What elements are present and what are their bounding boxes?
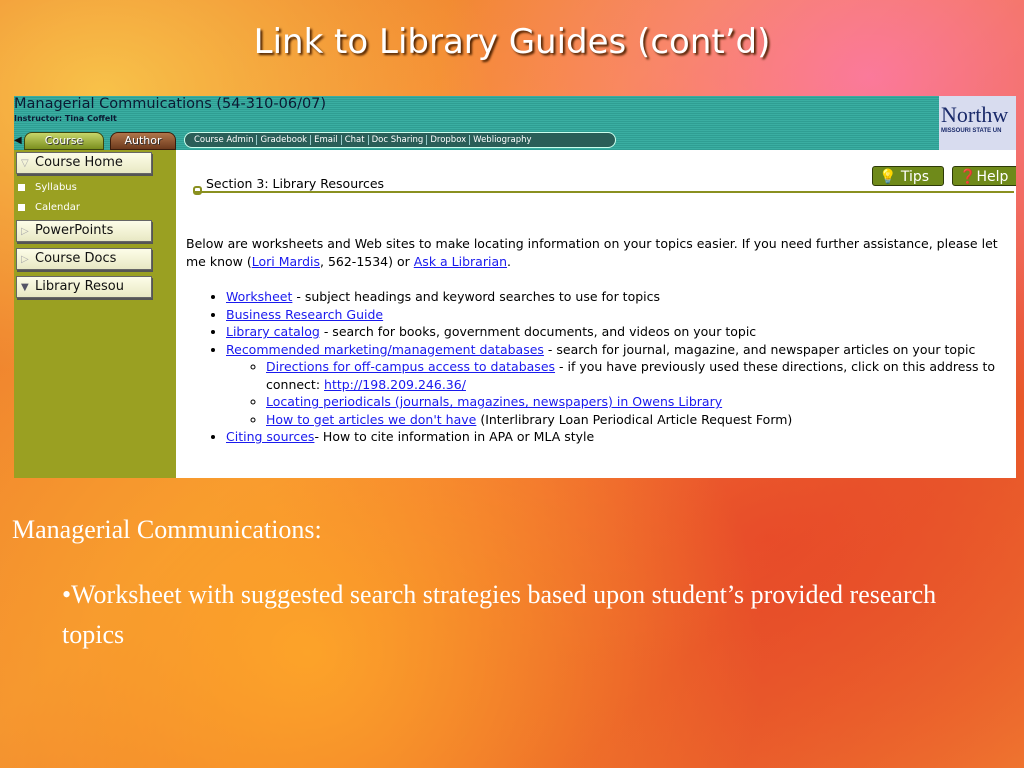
- sidebar-item-label: Course Home: [35, 155, 123, 170]
- nav-webliography[interactable]: Webliography: [470, 135, 534, 145]
- item-description: - search for journal, magazine, and news…: [543, 341, 976, 357]
- library-catalog-link[interactable]: Library catalog: [226, 324, 320, 339]
- item-description: - subject headings and keyword searches …: [292, 289, 661, 304]
- list-item: How to get articles we don't have (Inter…: [266, 411, 1016, 429]
- sidebar-item-label: Course Docs: [35, 251, 117, 266]
- triangle-down-icon: ▼: [21, 282, 29, 293]
- sidebar-item-library-resources[interactable]: ▼ Library Resou: [16, 276, 152, 298]
- sidebar-item-label: Library Resou: [35, 279, 125, 294]
- sidebar-item-powerpoints[interactable]: ▷ PowerPoints: [16, 220, 152, 242]
- square-icon: [18, 203, 25, 211]
- slide-heading: Managerial Communications:: [12, 515, 322, 544]
- item-description: - search for books, government documents…: [319, 324, 757, 339]
- help-icon: ❓: [959, 169, 977, 185]
- help-label: Help: [976, 169, 1009, 185]
- list-item: Locating periodicals (journals, magazine…: [266, 393, 1016, 411]
- get-articles-link[interactable]: How to get articles we don't have: [266, 412, 476, 427]
- course-screenshot: Managerial Commuications (54-310-06/07) …: [14, 96, 1016, 478]
- sidebar-subitem-calendar[interactable]: Calendar: [18, 202, 80, 213]
- chevron-right-icon: ▷: [21, 254, 29, 265]
- speaker-icon[interactable]: ◀: [14, 134, 24, 148]
- main-content: 💡 Tips ❓Help Section 3: Library Resource…: [176, 150, 1016, 478]
- item-description: - How to cite information in APA or MLA …: [314, 429, 595, 444]
- intro-text: .: [507, 254, 512, 269]
- course-nav-bar: Course Admin Gradebook Email Chat Doc Sh…: [184, 132, 616, 148]
- intro-text: , 562-1534) or: [320, 254, 414, 269]
- tab-author[interactable]: Author: [110, 132, 176, 150]
- help-button[interactable]: ❓Help: [952, 166, 1016, 186]
- slide-bullet: •Worksheet with suggested search strateg…: [62, 580, 937, 649]
- course-header: Managerial Commuications (54-310-06/07) …: [14, 96, 939, 150]
- course-title: Managerial Commuications (54-310-06/07): [14, 96, 327, 112]
- tips-button[interactable]: 💡 Tips: [872, 166, 944, 186]
- slide-title: Link to Library Guides (cont’d): [253, 22, 771, 62]
- logo-subtitle: MISSOURI STATE UN: [941, 128, 1002, 134]
- locating-periodicals-link[interactable]: Locating periodicals (journals, magazine…: [266, 394, 722, 409]
- logo-name: Northw: [941, 102, 1009, 127]
- lightbulb-icon: 💡: [879, 169, 897, 185]
- off-campus-directions-link[interactable]: Directions for off-campus access to data…: [266, 359, 555, 374]
- course-sidebar: ▽ Course Home Syllabus Calendar ▷ PowerPoi…: [14, 150, 176, 478]
- nav-chat[interactable]: Chat: [342, 135, 369, 145]
- nav-gradebook[interactable]: Gradebook: [257, 135, 312, 145]
- sidebar-subitem-label: Calendar: [35, 202, 80, 213]
- sidebar-subitem-label: Syllabus: [35, 182, 77, 193]
- nav-course-admin[interactable]: Course Admin: [191, 135, 258, 145]
- worksheet-link[interactable]: Worksheet: [226, 289, 292, 304]
- list-item: Library catalog - search for books, gove…: [226, 323, 1016, 341]
- citing-sources-link[interactable]: Citing sources: [226, 429, 314, 444]
- square-icon: [18, 183, 25, 191]
- list-item: Recommended marketing/management databas…: [226, 341, 1016, 429]
- sidebar-item-course-home[interactable]: ▽ Course Home: [16, 152, 152, 174]
- tab-course[interactable]: Course: [24, 132, 104, 150]
- databases-link[interactable]: Recommended marketing/management databas…: [226, 342, 544, 357]
- intro-paragraph: Below are worksheets and Web sites to ma…: [186, 235, 1006, 271]
- nav-dropbox[interactable]: Dropbox: [427, 135, 471, 145]
- resource-list: Worksheet - subject headings and keyword…: [186, 288, 1016, 446]
- section-title: Section 3: Library Resources: [206, 176, 385, 191]
- list-item: Worksheet - subject headings and keyword…: [226, 288, 1016, 306]
- section-divider: [194, 191, 1014, 193]
- chevron-down-icon: ▽: [21, 158, 29, 169]
- university-logo: Northw MISSOURI STATE UN: [939, 96, 1016, 150]
- instructor-name: Instructor: Tina Coffelt: [14, 114, 117, 123]
- list-item: Citing sources- How to cite information …: [226, 428, 1016, 446]
- item-description: (Interlibrary Loan Periodical Article Re…: [476, 411, 793, 427]
- sidebar-item-course-docs[interactable]: ▷ Course Docs: [16, 248, 152, 270]
- nav-email[interactable]: Email: [311, 135, 342, 145]
- nav-doc-sharing[interactable]: Doc Sharing: [369, 135, 428, 145]
- list-item: Business Research Guide: [226, 306, 1016, 324]
- list-item: Directions for off-campus access to data…: [266, 358, 1016, 393]
- ip-address-link[interactable]: http://198.209.246.36/: [324, 377, 466, 392]
- tips-label: Tips: [900, 169, 930, 185]
- sidebar-subitem-syllabus[interactable]: Syllabus: [18, 182, 77, 193]
- sidebar-item-label: PowerPoints: [35, 223, 114, 238]
- business-research-guide-link[interactable]: Business Research Guide: [226, 307, 383, 322]
- ask-librarian-link[interactable]: Ask a Librarian: [414, 254, 507, 269]
- lori-mardis-link[interactable]: Lori Mardis: [252, 254, 320, 269]
- chevron-right-icon: ▷: [21, 226, 29, 237]
